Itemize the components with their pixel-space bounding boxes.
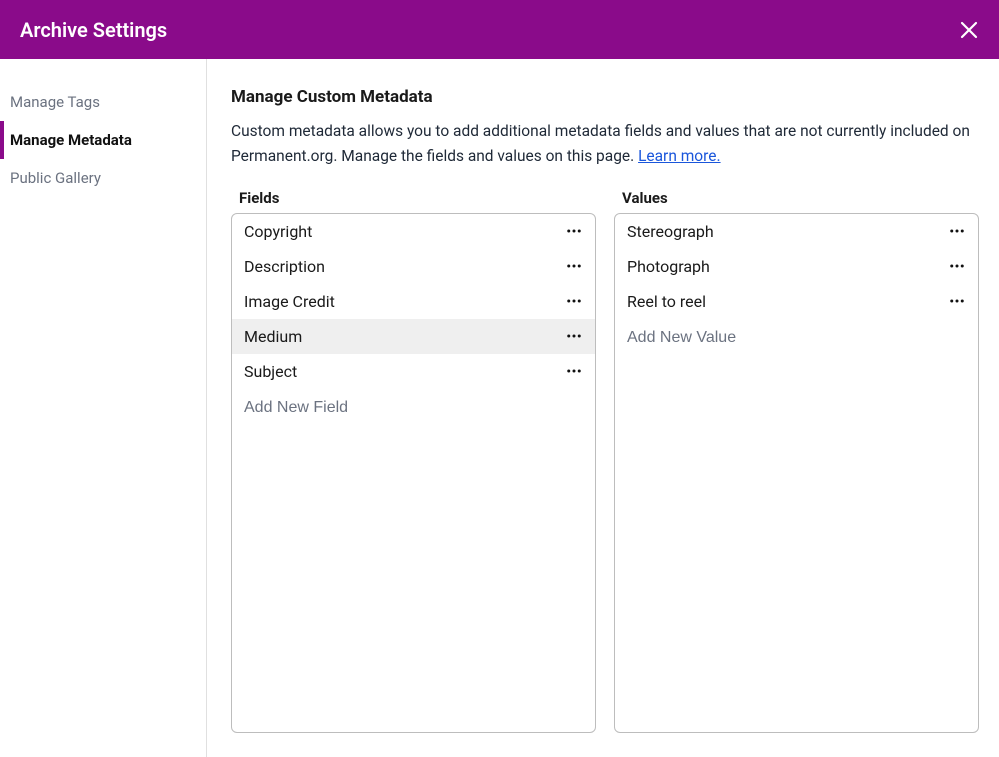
more-icon[interactable] xyxy=(565,222,583,240)
more-icon[interactable] xyxy=(948,292,966,310)
sidebar-item-manage-metadata[interactable]: Manage Metadata xyxy=(0,121,206,159)
field-item-medium[interactable]: Medium xyxy=(232,319,595,354)
add-field-input[interactable] xyxy=(232,389,595,427)
value-label: Stereograph xyxy=(627,222,714,241)
field-item-image-credit[interactable]: Image Credit xyxy=(232,284,595,319)
value-label: Photograph xyxy=(627,257,710,276)
sidebar-item-label: Manage Tags xyxy=(10,93,100,111)
field-item-copyright[interactable]: Copyright xyxy=(232,214,595,249)
page-description: Custom metadata allows you to add additi… xyxy=(231,119,971,169)
field-label: Subject xyxy=(244,362,297,381)
value-item-reel-to-reel[interactable]: Reel to reel xyxy=(615,284,978,319)
add-value-input[interactable] xyxy=(615,319,978,357)
field-label: Medium xyxy=(244,327,302,346)
sidebar: Manage Tags Manage Metadata Public Galle… xyxy=(0,59,207,757)
value-label: Reel to reel xyxy=(627,292,706,311)
sidebar-item-manage-tags[interactable]: Manage Tags xyxy=(0,83,206,121)
values-header: Values xyxy=(614,189,979,207)
values-listbox: Stereograph Photograph Reel to reel xyxy=(614,213,979,733)
more-icon[interactable] xyxy=(565,257,583,275)
value-item-stereograph[interactable]: Stereograph xyxy=(615,214,978,249)
main-content: Manage Custom Metadata Custom metadata a… xyxy=(207,59,999,757)
field-label: Image Credit xyxy=(244,292,335,311)
value-item-photograph[interactable]: Photograph xyxy=(615,249,978,284)
more-icon[interactable] xyxy=(565,362,583,380)
field-label: Copyright xyxy=(244,222,312,241)
close-icon[interactable] xyxy=(957,18,981,42)
field-label: Description xyxy=(244,257,325,276)
field-item-subject[interactable]: Subject xyxy=(232,354,595,389)
fields-header: Fields xyxy=(231,189,596,207)
page-description-text: Custom metadata allows you to add additi… xyxy=(231,122,970,165)
more-icon[interactable] xyxy=(565,327,583,345)
page-title: Manage Custom Metadata xyxy=(231,87,979,107)
dialog-title: Archive Settings xyxy=(20,18,167,42)
more-icon[interactable] xyxy=(565,292,583,310)
sidebar-item-public-gallery[interactable]: Public Gallery xyxy=(0,159,206,197)
values-column: Values Stereograph Photograph Reel to re… xyxy=(614,189,979,733)
dialog-header: Archive Settings xyxy=(0,0,999,59)
learn-more-link[interactable]: Learn more. xyxy=(638,147,721,165)
more-icon[interactable] xyxy=(948,257,966,275)
metadata-columns: Fields Copyright Description Image Credi… xyxy=(231,189,979,733)
sidebar-item-label: Manage Metadata xyxy=(10,131,132,149)
dialog-body: Manage Tags Manage Metadata Public Galle… xyxy=(0,59,999,757)
sidebar-item-label: Public Gallery xyxy=(10,169,101,187)
fields-listbox: Copyright Description Image Credit Mediu… xyxy=(231,213,596,733)
field-item-description[interactable]: Description xyxy=(232,249,595,284)
more-icon[interactable] xyxy=(948,222,966,240)
fields-column: Fields Copyright Description Image Credi… xyxy=(231,189,596,733)
